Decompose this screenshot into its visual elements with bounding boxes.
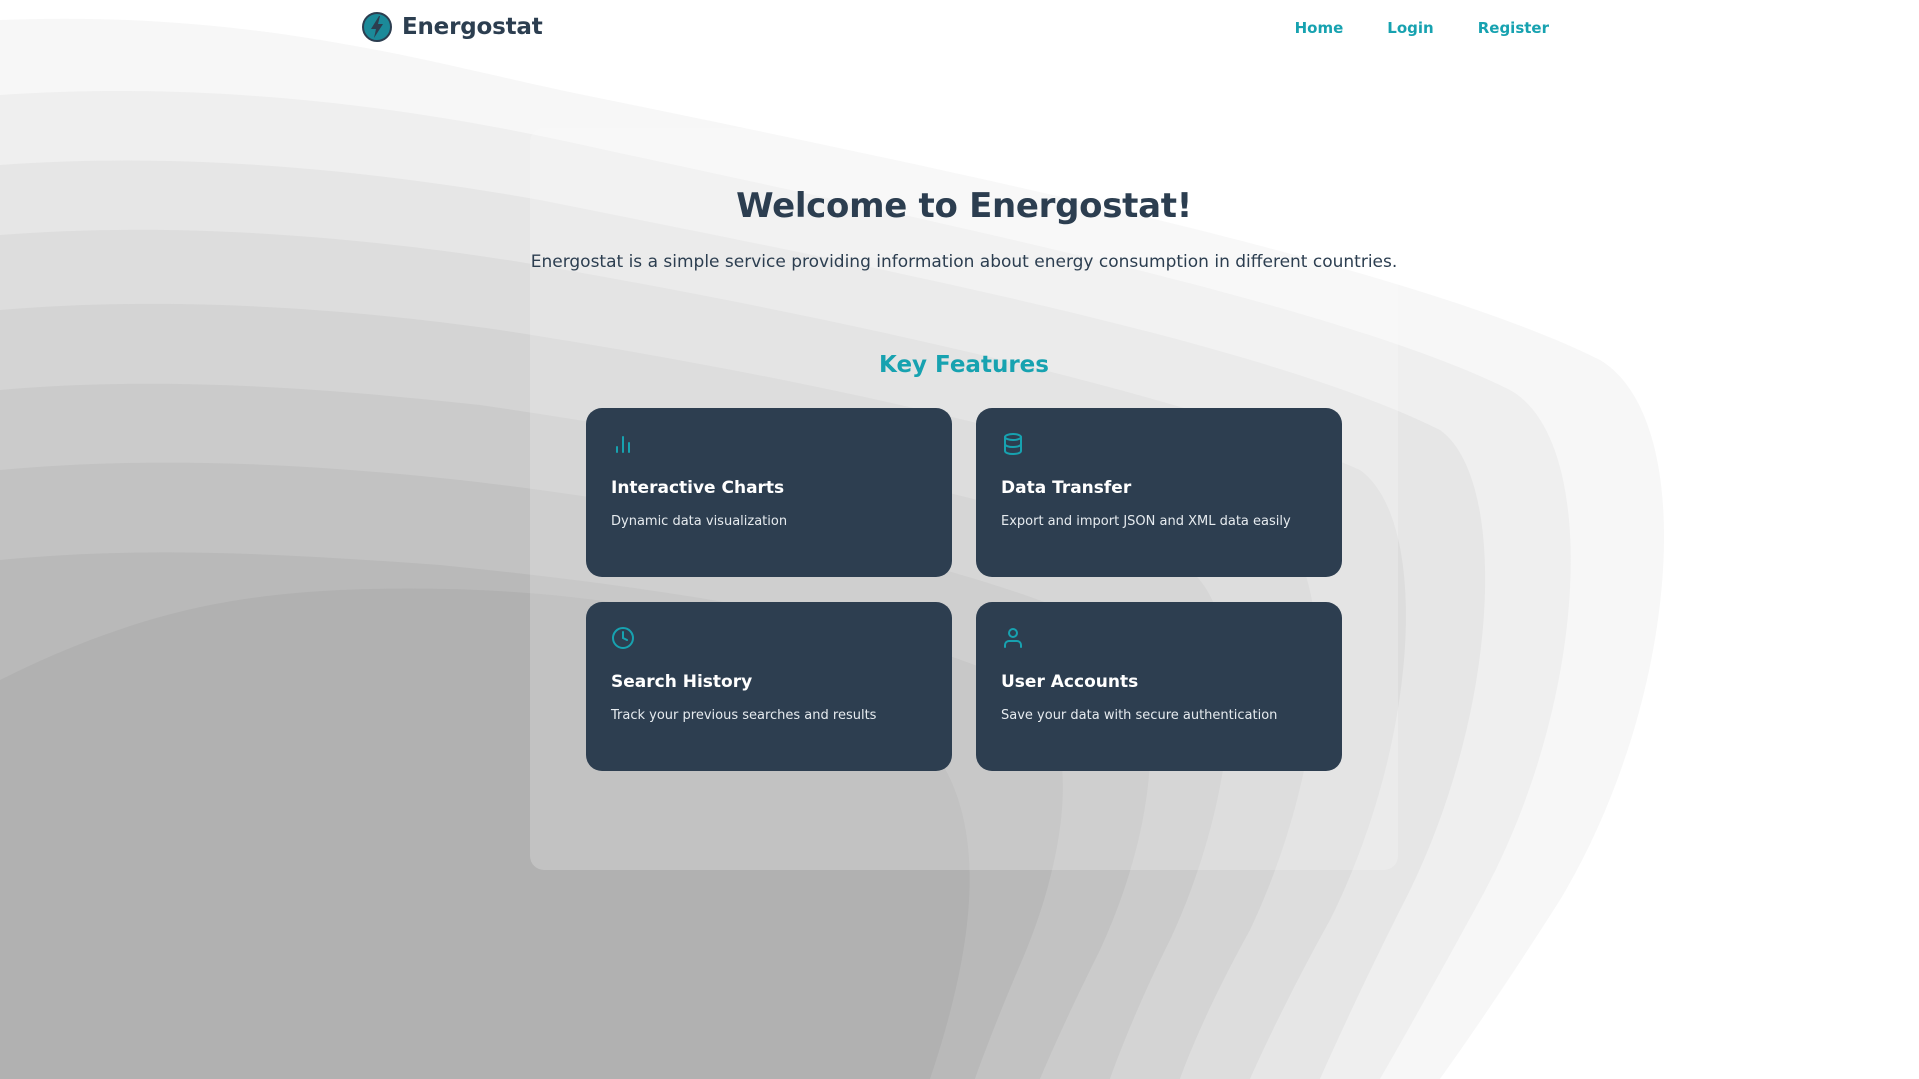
main-content: Welcome to Energostat! Energostat is a s… bbox=[530, 128, 1398, 771]
feature-description: Export and import JSON and XML data easi… bbox=[1001, 514, 1291, 529]
clock-icon bbox=[612, 627, 634, 649]
database-icon bbox=[1004, 433, 1022, 456]
feature-title: Search History bbox=[611, 672, 753, 692]
nav-login-link[interactable]: Login bbox=[1387, 19, 1433, 37]
feature-title: User Accounts bbox=[1001, 672, 1139, 692]
feature-card-data-transfer[interactable]: Data Transfer Export and import JSON and… bbox=[976, 408, 1342, 577]
feature-card-interactive-charts[interactable]: Interactive Charts Dynamic data visualiz… bbox=[586, 408, 952, 577]
feature-description: Track your previous searches and results bbox=[611, 708, 877, 723]
feature-title: Data Transfer bbox=[1001, 478, 1132, 498]
lightning-bolt-icon bbox=[362, 12, 392, 42]
feature-description: Save your data with secure authenticatio… bbox=[1001, 708, 1278, 723]
feature-title: Interactive Charts bbox=[611, 478, 785, 498]
feature-card-search-history[interactable]: Search History Track your previous searc… bbox=[586, 602, 952, 771]
brand[interactable]: Energostat bbox=[362, 12, 543, 42]
bar-chart-icon bbox=[616, 436, 630, 453]
feature-description: Dynamic data visualization bbox=[611, 514, 788, 529]
features-heading: Key Features bbox=[879, 352, 1049, 378]
features-grid: Interactive Charts Dynamic data visualiz… bbox=[586, 408, 1342, 771]
page-title: Welcome to Energostat! bbox=[736, 186, 1192, 226]
nav-register-link[interactable]: Register bbox=[1478, 19, 1549, 37]
nav-links: Home Login Register bbox=[1295, 19, 1549, 37]
nav-home-link[interactable]: Home bbox=[1295, 19, 1344, 37]
top-navbar: Energostat Home Login Register bbox=[0, 0, 1919, 60]
brand-name: Energostat bbox=[402, 14, 543, 40]
hero-description: Energostat is a simple service providing… bbox=[530, 252, 1398, 272]
user-icon bbox=[1004, 628, 1022, 648]
feature-card-user-accounts[interactable]: User Accounts Save your data with secure… bbox=[976, 602, 1342, 771]
